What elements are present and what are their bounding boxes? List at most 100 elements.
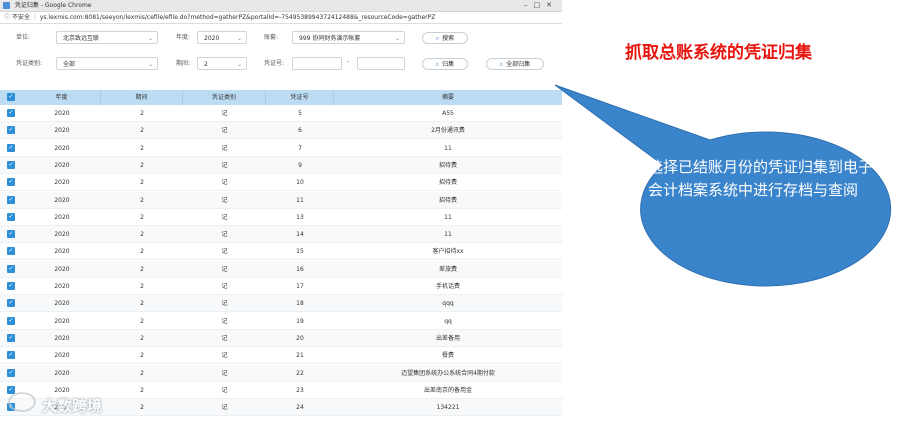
table-row[interactable]: ✓ 2020 2 记 14 11 <box>0 226 562 244</box>
cell-summary: 差旅费 <box>438 265 457 273</box>
chevron-down-icon: ⌄ <box>147 61 153 68</box>
cell-year: 2020 <box>54 283 70 290</box>
row-checkbox[interactable]: ✓ <box>7 195 15 204</box>
table-row[interactable]: ✓ 2020 2 记 17 手机话费 <box>0 278 562 295</box>
cell-voucher-no: 14 <box>296 231 304 239</box>
table-row[interactable]: ✓ 2020 2 记 16 差旅费 <box>0 260 562 278</box>
gather-all-button[interactable]: ⌕ 全部归集 <box>486 58 544 70</box>
cell-period: 2 <box>140 265 144 273</box>
cell-voucher-type: 记 <box>221 317 228 325</box>
cell-period: 2 <box>140 161 144 169</box>
period-select[interactable]: 2 ⌄ <box>197 57 247 70</box>
voucher-type-select[interactable]: 全部 ⌄ <box>56 57 158 70</box>
cell-year: 2020 <box>54 300 70 308</box>
table-row[interactable]: ✓ 2020 2 记 21 餐费 <box>0 347 562 365</box>
window-controls[interactable]: –□✕ <box>524 0 558 11</box>
row-checkbox[interactable]: ✓ <box>7 247 15 256</box>
voucher-type-label: 凭证类别: <box>16 60 43 67</box>
range-separator: - <box>347 58 350 65</box>
cell-period: 2 <box>140 386 144 394</box>
cell-year: 2020 <box>54 144 70 152</box>
cell-voucher-no: 5 <box>298 110 302 117</box>
table-row[interactable]: ✓ 2020 2 记 6 2月份通讯费 <box>0 122 562 140</box>
cell-voucher-type: 记 <box>221 196 228 204</box>
cell-voucher-type: 记 <box>221 248 228 256</box>
table-row[interactable]: ✓ 2020 2 记 19 qq <box>0 313 562 330</box>
row-checkbox[interactable]: ✓ <box>7 282 15 290</box>
row-checkbox[interactable]: ✓ <box>7 178 15 187</box>
column-header-summary[interactable]: 摘要 <box>334 90 562 105</box>
row-checkbox[interactable]: ✓ <box>7 316 15 325</box>
chevron-down-icon: ⌄ <box>147 35 153 42</box>
row-checkbox[interactable]: ✓ <box>7 143 15 152</box>
cell-period: 2 <box>140 352 144 360</box>
search-button[interactable]: ⌕ 搜索 <box>422 32 468 44</box>
callout-text: 选择已结账月份的凭证归集到电子会计档案系统中进行存档与查阅 <box>648 158 874 199</box>
address-bar[interactable]: ⓘ 不安全 | ys.lexmis.com:8081/seeyon/lexmis… <box>0 12 562 24</box>
cell-summary: 客户招待xx <box>432 248 464 256</box>
table-row[interactable]: ✓ 2020 2 记 7 11 <box>0 140 562 157</box>
table-row[interactable]: ✓ 2020 2 记 11 招待费 <box>0 191 562 209</box>
unit-select[interactable]: 北京致远互联 ⌄ <box>56 31 158 44</box>
column-header-period[interactable]: 期间 <box>101 90 183 105</box>
cell-period: 2 <box>140 317 144 325</box>
cell-period: 2 <box>140 300 144 308</box>
url-text[interactable]: ys.lexmis.com:8081/seeyon/lexmis/cefile/… <box>40 14 436 21</box>
row-checkbox[interactable]: ✓ <box>7 212 15 221</box>
cell-voucher-type: 记 <box>221 161 228 169</box>
row-checkbox[interactable]: ✓ <box>7 126 15 135</box>
column-header-voucher-no[interactable]: 凭证号 <box>266 90 334 105</box>
chevron-down-icon: ⌄ <box>394 35 400 42</box>
table-row[interactable]: ✓ 2020 2 记 22 迈望集团系统办公系统合同4期付款 <box>0 364 562 382</box>
cell-voucher-type: 记 <box>221 352 228 360</box>
search-icon: ⌕ <box>435 35 440 42</box>
table-row[interactable]: ✓ 2020 2 记 15 客户招待xx <box>0 243 562 261</box>
row-checkbox[interactable]: ✓ <box>7 230 15 239</box>
cell-year: 2020 <box>54 179 70 187</box>
table-row[interactable]: ✓ 2020 2 记 9 招待费 <box>0 156 562 174</box>
row-checkbox[interactable]: ✓ <box>7 351 15 360</box>
table-row[interactable]: ✓ 2020 2 记 20 出差备用 <box>0 329 562 347</box>
info-icon[interactable]: ⓘ <box>4 14 10 21</box>
cell-voucher-type: 记 <box>221 283 228 290</box>
row-checkbox[interactable]: ✓ <box>7 160 15 169</box>
cell-voucher-no: 11 <box>296 196 304 204</box>
row-checkbox[interactable]: ✓ <box>7 109 15 117</box>
watermark-logo-icon <box>8 392 36 412</box>
cell-voucher-type: 记 <box>221 265 228 273</box>
unit-value: 北京致远互联 <box>63 35 100 42</box>
row-checkbox[interactable]: ✓ <box>7 299 15 308</box>
voucher-no-from-input[interactable] <box>292 57 342 70</box>
cell-voucher-no: 10 <box>296 179 304 187</box>
cell-year: 2020 <box>54 110 70 117</box>
gather-button[interactable]: ⌕ 归集 <box>422 58 468 70</box>
year-select[interactable]: 2020 ⌄ <box>197 31 247 44</box>
app-icon <box>3 2 10 9</box>
cell-period: 2 <box>140 213 144 221</box>
cell-summary: 手机话费 <box>435 283 460 290</box>
cell-voucher-type: 记 <box>221 386 228 394</box>
cell-voucher-no: 20 <box>296 334 304 342</box>
row-checkbox[interactable]: ✓ <box>7 333 15 342</box>
row-checkbox[interactable]: ✓ <box>7 264 15 273</box>
row-checkbox[interactable]: ✓ <box>7 368 15 377</box>
cell-summary: qqq <box>442 300 454 308</box>
voucher-no-to-input[interactable] <box>357 57 405 70</box>
cell-summary: 出差南京的备用金 <box>423 386 472 394</box>
column-header-voucher-type[interactable]: 凭证类别 <box>183 90 266 105</box>
table-row[interactable]: ✓ 2020 2 记 13 11 <box>0 209 562 226</box>
cell-summary: A55 <box>442 110 454 117</box>
gather-button-label: 归集 <box>442 61 455 68</box>
table-row[interactable]: ✓ 2020 2 记 5 A55 <box>0 105 562 122</box>
book-select[interactable]: 999 协同财务演示帐套 ⌄ <box>292 31 405 44</box>
column-header-year[interactable]: 年度 <box>23 90 101 105</box>
table-row[interactable]: ✓ 2020 2 记 18 qqq <box>0 295 562 313</box>
select-all-checkbox[interactable]: ✓ <box>7 93 15 101</box>
voucher-no-label: 凭证号: <box>264 60 285 67</box>
cell-year: 2020 <box>54 334 70 342</box>
book-label: 账套: <box>264 34 279 41</box>
table-row[interactable]: ✓ 2020 2 记 10 招待费 <box>0 174 562 192</box>
cell-period: 2 <box>140 334 144 342</box>
cell-period: 2 <box>140 179 144 187</box>
cell-summary: 餐费 <box>441 352 454 360</box>
